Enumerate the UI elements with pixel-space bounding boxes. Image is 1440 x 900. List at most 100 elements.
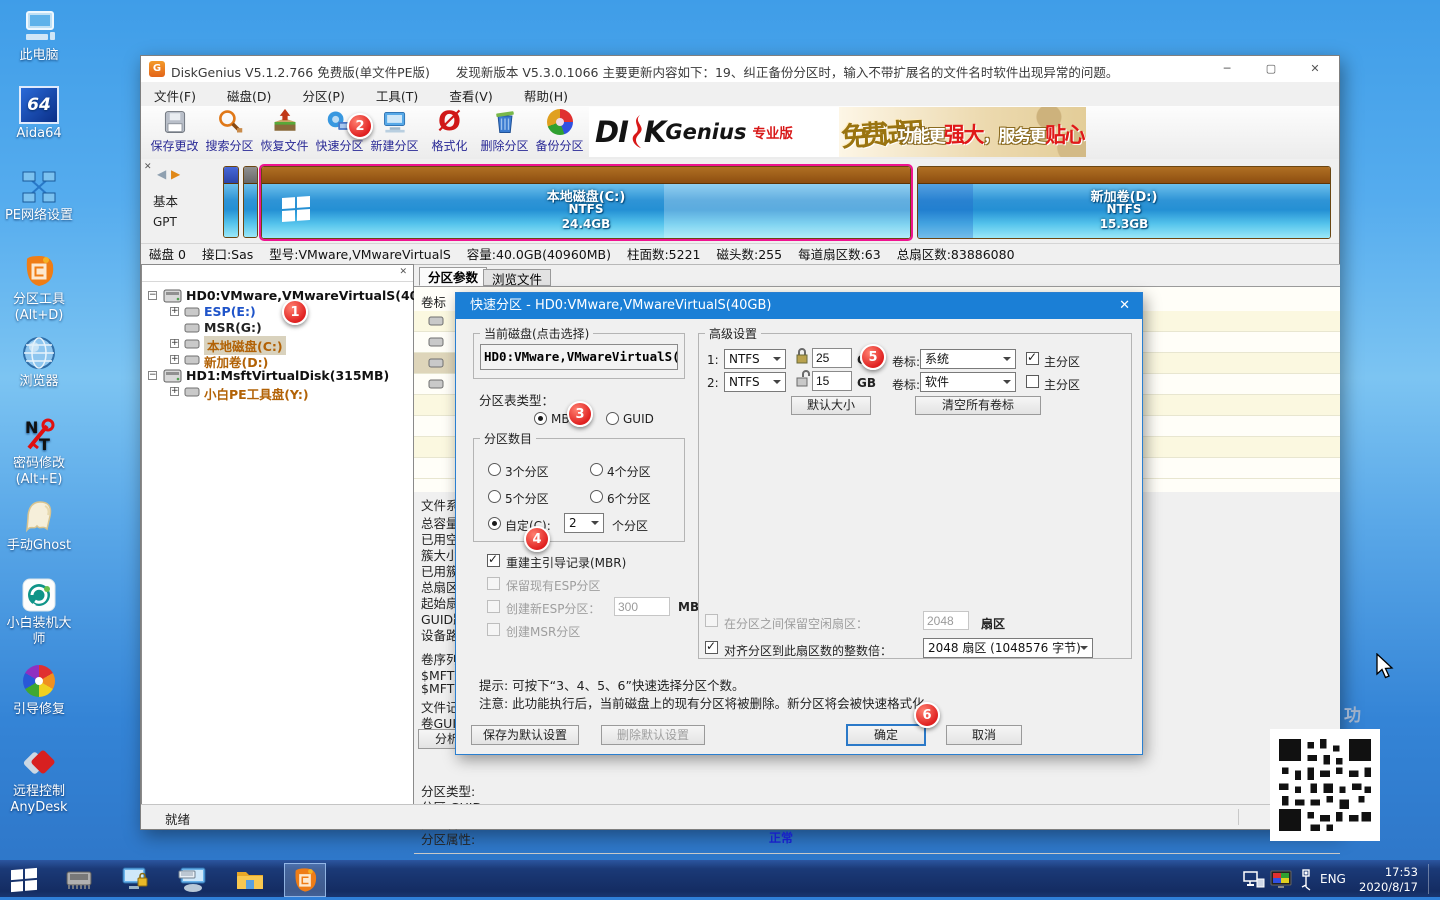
row2-fs-select[interactable]: NTFS: [724, 372, 786, 392]
row2-size-input[interactable]: [812, 371, 852, 391]
expand-icon[interactable]: +: [170, 307, 179, 316]
tree-node-local-c[interactable]: + 本地磁盘(C:): [142, 336, 413, 352]
current-disk-selector[interactable]: HD0:VMware,VMwareVirtualS(4: [480, 344, 678, 370]
tree-node-new-volume-d[interactable]: + 新加卷(D:): [142, 352, 413, 368]
tree-node-esp[interactable]: + ESP(E:): [142, 304, 413, 320]
desktop-icon-aida64[interactable]: 64 Aida64: [0, 86, 78, 142]
tray-network-icon[interactable]: [1243, 871, 1265, 889]
collapse-icon[interactable]: −: [148, 291, 157, 300]
esp-partition-bar[interactable]: [223, 166, 239, 238]
language-indicator[interactable]: ENG: [1320, 872, 1346, 886]
minimize-button[interactable]: ─: [1211, 60, 1243, 78]
nav-forward-icon[interactable]: ▶: [171, 167, 180, 181]
menu-view[interactable]: 查看(V): [436, 82, 505, 109]
keep-free-input[interactable]: [923, 611, 969, 630]
show-desktop-divider[interactable]: [1428, 864, 1429, 894]
desktop-icon-pe-network[interactable]: PE网络设置: [0, 168, 78, 224]
taskbar-app-explorer[interactable]: [231, 863, 269, 897]
partition-bar-d[interactable]: 新加卷(D:) NTFS 15.3GB: [917, 166, 1331, 239]
search-partition-button[interactable]: 搜索分区: [202, 107, 257, 157]
recover-files-button[interactable]: 恢复文件: [257, 107, 312, 157]
new-partition-button[interactable]: 新建分区: [367, 107, 422, 157]
desktop-icon-xiaobai[interactable]: 小白装机大 师: [0, 576, 78, 648]
checkbox-new-esp[interactable]: [487, 600, 500, 613]
partition-bar-c[interactable]: 本地磁盘(C:) NTFS 24.4GB: [261, 166, 911, 239]
clear-volume-labels-button[interactable]: 清空所有卷标: [915, 396, 1041, 415]
tab-browse-files[interactable]: 浏览文件: [483, 269, 551, 286]
desktop-icon-ghost[interactable]: 手动Ghost: [0, 498, 78, 554]
desktop-icon-bootfix[interactable]: 引导修复: [0, 662, 78, 718]
column-header-volume[interactable]: 卷标: [421, 292, 446, 311]
maximize-button[interactable]: ▢: [1255, 60, 1287, 78]
radio-4-partitions[interactable]: [590, 463, 603, 476]
radio-custom-count[interactable]: [488, 517, 501, 530]
desktop-icon-anydesk[interactable]: 远程控制 AnyDesk: [0, 744, 78, 816]
tree-close-icon[interactable]: ✕: [399, 267, 407, 277]
delete-default-button[interactable]: 删除默认设置: [601, 725, 705, 745]
menu-tools[interactable]: 工具(T): [363, 82, 431, 109]
checkbox-keep-free-sectors[interactable]: [705, 614, 718, 627]
expand-icon[interactable]: +: [170, 355, 179, 364]
expand-icon[interactable]: +: [170, 387, 179, 396]
tree-node-hd0[interactable]: − HD0:VMware,VMwareVirtualS(40GB): [142, 288, 413, 304]
title-bar[interactable]: G DiskGenius V5.1.2.766 免费版(单文件PE版) 发现新版…: [141, 56, 1339, 83]
tree-node-pe-tool-y[interactable]: + 小白PE工具盘(Y:): [142, 384, 413, 400]
dialog-close-icon[interactable]: ✕: [1119, 293, 1130, 319]
radio-mbr[interactable]: [534, 412, 547, 425]
row1-primary-checkbox[interactable]: [1026, 352, 1039, 365]
dialog-title-bar[interactable]: 快速分区 - HD0:VMware,VMwareVirtualS(40GB) ✕: [456, 293, 1142, 319]
close-button[interactable]: ✕: [1299, 60, 1331, 78]
default-size-button[interactable]: 默认大小: [791, 396, 871, 415]
row1-fs-select[interactable]: NTFS: [724, 349, 786, 369]
align-select[interactable]: 2048 扇区 (1048576 字节): [923, 638, 1093, 658]
panel-close-icon[interactable]: ✕: [144, 162, 152, 172]
tree-node-hd1[interactable]: − HD1:MsftVirtualDisk(315MB): [142, 368, 413, 384]
tab-partition-params[interactable]: 分区参数: [419, 267, 487, 286]
menu-partition[interactable]: 分区(P): [290, 82, 358, 109]
menu-file[interactable]: 文件(F): [141, 82, 209, 109]
radio-6-partitions[interactable]: [590, 490, 603, 503]
promo-banner[interactable]: DI K Genius 专业版 免费试用 功能更强大，服务更贴心: [589, 107, 1086, 157]
tray-display-icon[interactable]: [1270, 870, 1292, 889]
desktop-icon-browser[interactable]: 浏览器: [0, 334, 78, 390]
radio-3-partitions[interactable]: [488, 463, 501, 476]
taskbar-app-lock[interactable]: [117, 863, 155, 897]
menu-help[interactable]: 帮助(H): [511, 82, 581, 109]
mode-gpt-label[interactable]: GPT: [153, 215, 177, 229]
msr-partition-bar[interactable]: [243, 166, 258, 238]
esp-size-input[interactable]: [614, 597, 670, 616]
tray-usb-icon[interactable]: [1298, 869, 1314, 891]
collapse-icon[interactable]: −: [148, 371, 157, 380]
nav-back-icon[interactable]: ◀: [157, 167, 166, 181]
save-changes-button[interactable]: 保存更改: [147, 107, 202, 157]
desktop-icon-partition-tool[interactable]: 分区工具 (Alt+D): [0, 252, 78, 324]
ok-button[interactable]: 确定: [846, 724, 926, 746]
expand-icon[interactable]: +: [170, 339, 179, 348]
desktop-icon-this-pc[interactable]: 此电脑: [0, 8, 78, 64]
checkbox-rebuild-mbr[interactable]: [487, 554, 500, 567]
delete-partition-button[interactable]: 删除分区: [477, 107, 532, 157]
mode-basic-label[interactable]: 基本: [153, 191, 178, 210]
row1-size-input[interactable]: [812, 348, 852, 368]
lock-closed-icon[interactable]: [795, 347, 809, 365]
cancel-button[interactable]: 取消: [946, 725, 1022, 745]
radio-5-partitions[interactable]: [488, 490, 501, 503]
start-button[interactable]: [5, 863, 43, 897]
format-button[interactable]: Ø 格式化: [422, 107, 477, 157]
row2-volume-select[interactable]: 软件: [920, 372, 1016, 392]
custom-count-select[interactable]: 2: [564, 513, 604, 533]
checkbox-align-sectors[interactable]: [705, 641, 718, 654]
taskbar-app-diskgenius[interactable]: [284, 863, 326, 897]
clock[interactable]: 17:53 2020/8/17: [1352, 865, 1418, 895]
taskbar-app-memory[interactable]: [60, 863, 98, 897]
row2-primary-checkbox[interactable]: [1026, 375, 1039, 388]
menu-disk[interactable]: 磁盘(D): [214, 82, 284, 109]
save-default-button[interactable]: 保存为默认设置: [471, 725, 579, 745]
taskbar-app-keyboard[interactable]: [174, 863, 212, 897]
row1-volume-select[interactable]: 系统: [920, 349, 1016, 369]
radio-guid[interactable]: [606, 412, 619, 425]
backup-partition-button[interactable]: 备份分区: [532, 107, 587, 157]
checkbox-keep-esp[interactable]: [487, 577, 500, 590]
tree-node-msr[interactable]: MSR(G:): [142, 320, 413, 336]
desktop-icon-password[interactable]: NT 密码修改 (Alt+E): [0, 416, 78, 488]
